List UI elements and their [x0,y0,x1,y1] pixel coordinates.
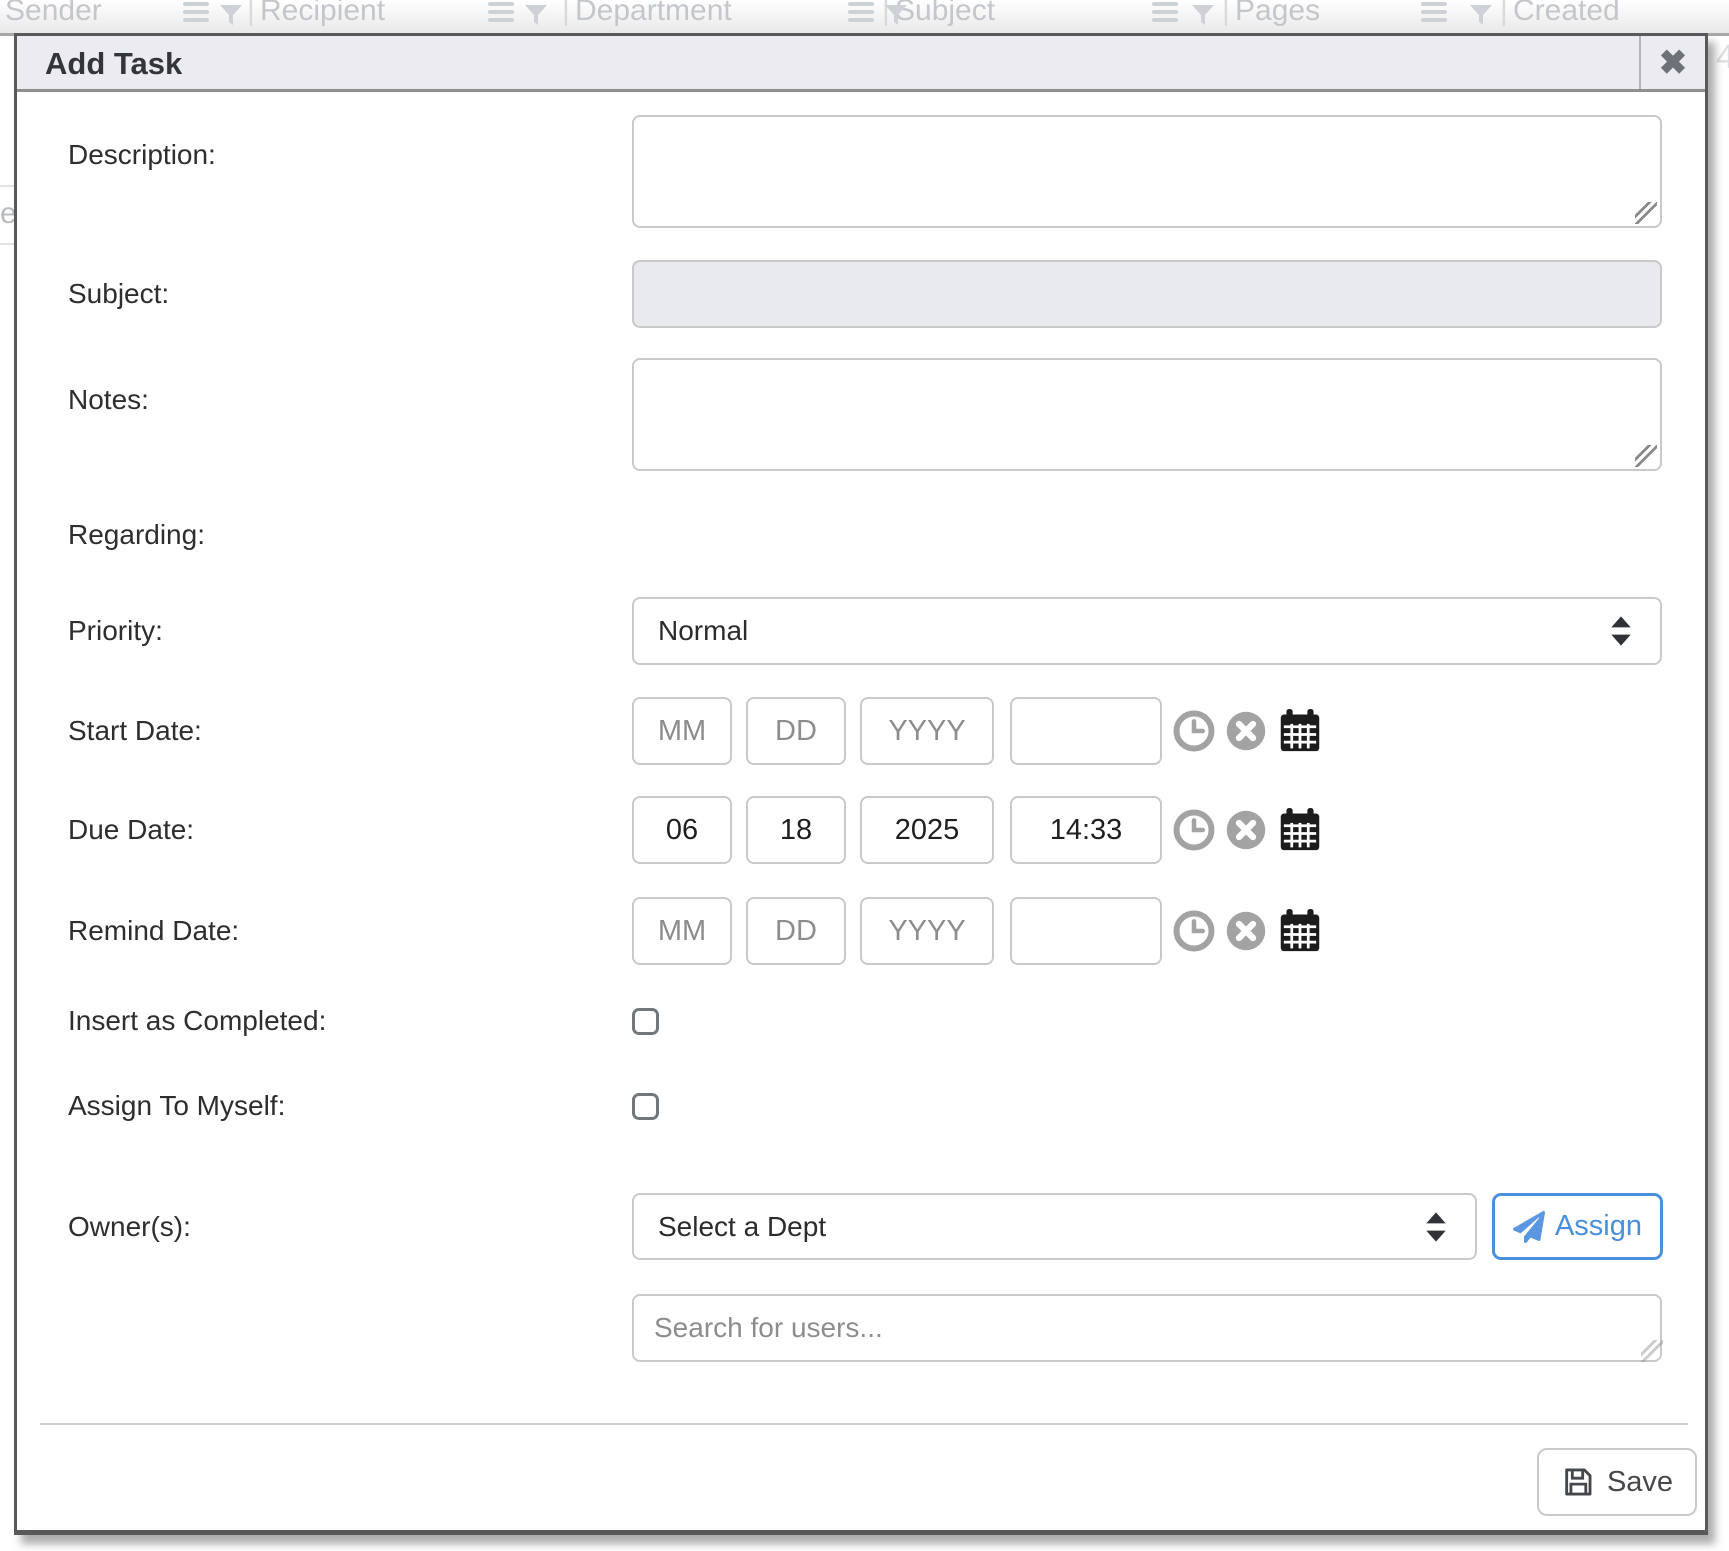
filter-funnel-icon [883,2,909,28]
start-day-input[interactable] [746,697,846,765]
clock-icon[interactable] [1173,710,1215,752]
bg-column-recipient: Recipient [260,0,385,29]
due-date-label: Due Date: [68,810,194,850]
calendar-icon[interactable] [1278,908,1322,954]
bg-text-fragment: 4 [1716,38,1729,77]
bg-row-line [0,243,14,245]
sort-icon [1421,2,1447,28]
priority-select[interactable]: Normal [632,597,1662,665]
bg-column-pages: Pages [1235,0,1320,29]
filter-funnel-icon [523,2,549,28]
assign-button-label: Assign [1555,1210,1642,1243]
regarding-label: Regarding: [68,515,205,555]
subject-label: Subject: [68,274,169,314]
save-button-label: Save [1607,1466,1673,1499]
column-separator: | [1500,0,1508,29]
background-table-header: Sender Recipient Department Subject Page… [0,0,1729,36]
save-button[interactable]: Save [1537,1448,1697,1516]
remind-year-input[interactable] [860,897,994,965]
bg-column-subject: Subject [895,0,995,29]
notes-textarea[interactable] [632,358,1662,471]
remind-date-label: Remind Date: [68,911,239,951]
start-date-label: Start Date: [68,711,202,751]
insert-as-completed-checkbox[interactable] [632,1008,659,1035]
clear-date-icon[interactable] [1225,809,1267,851]
remind-month-input[interactable] [632,897,732,965]
filter-funnel-icon [1468,2,1494,28]
column-separator: | [562,0,570,29]
sort-icon [488,2,514,28]
clock-icon[interactable] [1173,809,1215,851]
clock-icon[interactable] [1173,910,1215,952]
assign-to-myself-label: Assign To Myself: [68,1086,285,1126]
department-select[interactable]: Select a Dept [632,1193,1477,1260]
column-separator: | [1222,0,1230,29]
sort-icon [1152,2,1178,28]
close-icon[interactable]: ✖ [1639,36,1705,89]
priority-selected-value: Normal [658,615,1606,647]
calendar-icon[interactable] [1278,807,1322,853]
remind-day-input[interactable] [746,897,846,965]
sort-icon [848,2,874,28]
start-time-input[interactable] [1010,697,1162,765]
bg-column-sender: Sender [5,0,102,29]
footer-divider [40,1423,1688,1425]
add-task-dialog: Add Task ✖ Description: Subject: Notes: … [14,33,1708,1535]
clear-date-icon[interactable] [1225,910,1267,952]
assign-to-myself-checkbox[interactable] [632,1093,659,1120]
clear-date-icon[interactable] [1225,710,1267,752]
insert-as-completed-label: Insert as Completed: [68,1001,326,1041]
select-arrows-icon [1606,614,1636,648]
subject-input [632,260,1662,328]
owners-label: Owner(s): [68,1207,191,1247]
filter-funnel-icon [218,2,244,28]
department-selected-value: Select a Dept [658,1211,1421,1243]
assign-button[interactable]: Assign [1492,1193,1663,1260]
description-textarea[interactable] [632,115,1662,228]
due-day-input[interactable] [746,796,846,864]
filter-funnel-icon [1190,2,1216,28]
bg-column-created: Created [1513,0,1620,29]
priority-label: Priority: [68,611,163,651]
notes-label: Notes: [68,380,149,420]
calendar-icon[interactable] [1278,708,1322,754]
bg-column-department: Department [575,0,732,29]
column-separator: | [247,0,255,29]
paper-plane-icon [1513,1211,1545,1243]
select-arrows-icon [1421,1210,1451,1244]
floppy-disk-icon [1561,1465,1595,1499]
start-year-input[interactable] [860,697,994,765]
bg-row-line [0,185,14,187]
remind-time-input[interactable] [1010,897,1162,965]
due-year-input[interactable] [860,796,994,864]
start-month-input[interactable] [632,697,732,765]
dialog-title: Add Task [45,36,182,92]
user-search-textarea[interactable] [632,1294,1662,1362]
description-label: Description: [68,135,216,175]
due-time-input[interactable] [1010,796,1162,864]
dialog-header: Add Task ✖ [17,36,1705,92]
sort-icon [183,2,209,28]
due-month-input[interactable] [632,796,732,864]
